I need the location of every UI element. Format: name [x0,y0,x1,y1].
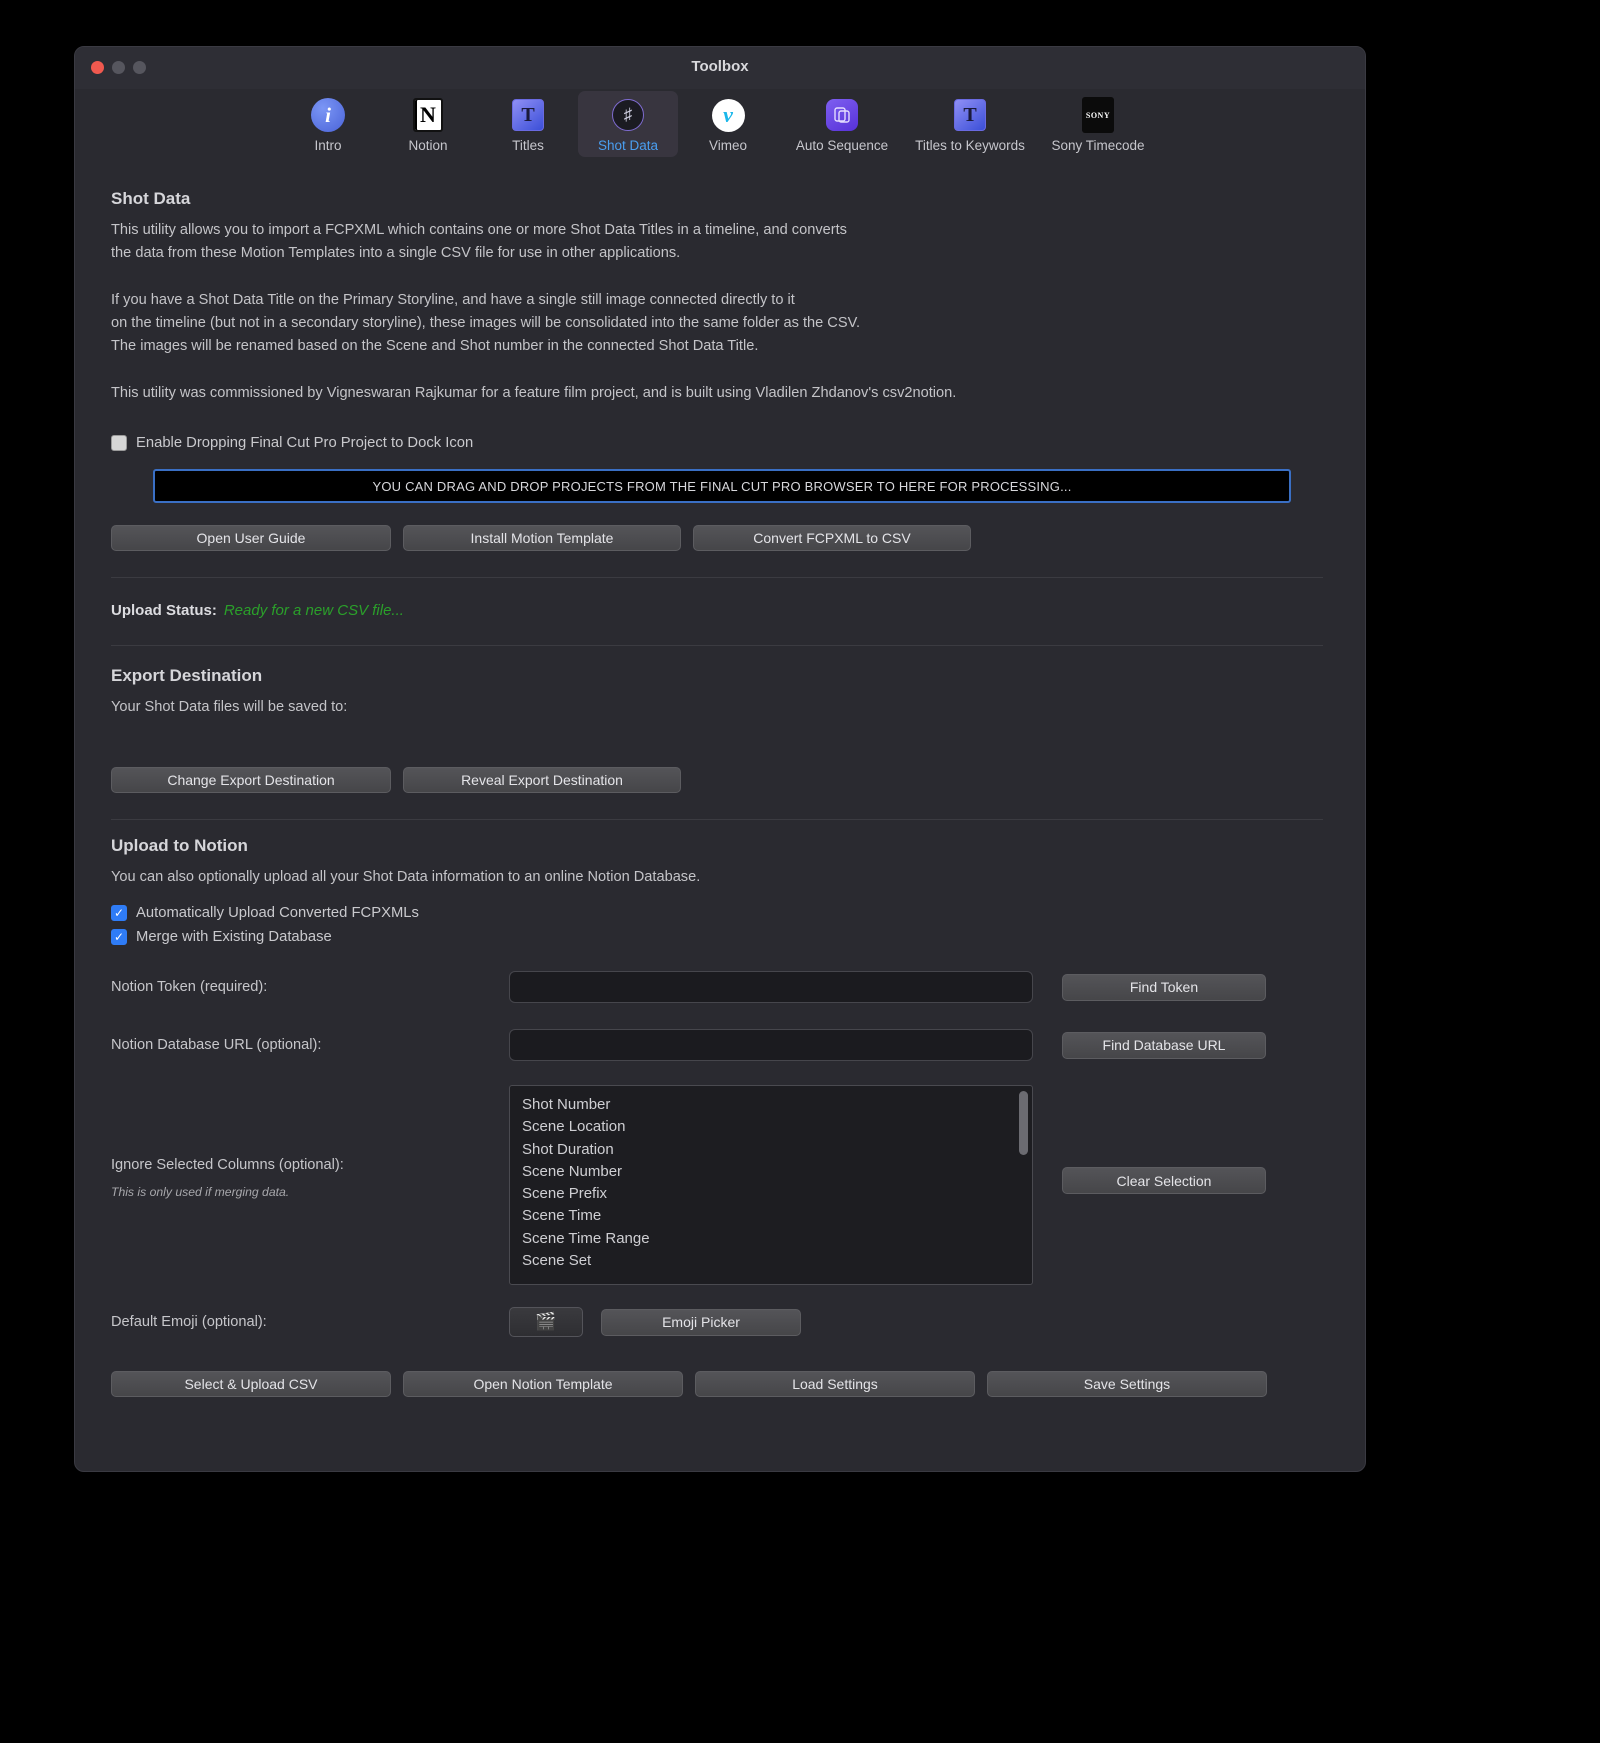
open-user-guide-button[interactable]: Open User Guide [111,525,391,551]
default-emoji-row: Default Emoji (optional): 🎬 Emoji Picker [111,1307,1329,1337]
notion-token-label: Notion Token (required): [111,979,509,995]
enable-dock-drop-checkbox[interactable] [111,435,127,451]
default-emoji-label: Default Emoji (optional): [111,1314,509,1330]
toolbar-label-titles: Titles [512,138,544,153]
description-paragraph-1: This utility allows you to import a FCPX… [111,219,1329,265]
description-line: on the timeline (but not in a secondary … [111,312,1329,335]
default-emoji-value[interactable]: 🎬 [509,1307,583,1337]
toolbar-item-sony-timecode[interactable]: SONY Sony Timecode [1034,91,1162,157]
merge-database-label: Merge with Existing Database [136,929,332,945]
enable-dock-drop-row[interactable]: Enable Dropping Final Cut Pro Project to… [111,435,1329,451]
load-settings-button[interactable]: Load Settings [695,1371,975,1397]
upload-to-notion-heading: Upload to Notion [111,836,1329,856]
notion-db-url-label: Notion Database URL (optional): [111,1037,509,1053]
list-item[interactable]: Scene Prefix [522,1183,1032,1205]
convert-fcpxml-to-csv-button[interactable]: Convert FCPXML to CSV [693,525,971,551]
notion-db-url-row: Notion Database URL (optional): Find Dat… [111,1029,1329,1061]
titles-icon: T [509,96,547,134]
open-notion-template-button[interactable]: Open Notion Template [403,1371,683,1397]
change-export-destination-button[interactable]: Change Export Destination [111,767,391,793]
list-item[interactable]: Scene Set [522,1250,1032,1272]
toolbar-item-notion[interactable]: N Notion [378,91,478,157]
drop-zone-text: YOU CAN DRAG AND DROP PROJECTS FROM THE … [372,479,1071,494]
info-icon: i [309,96,347,134]
save-settings-button[interactable]: Save Settings [987,1371,1267,1397]
window-titlebar: Toolbox [75,47,1365,89]
shot-data-icon: ♯ [609,96,647,134]
auto-sequence-icon [823,96,861,134]
find-token-button[interactable]: Find Token [1062,974,1266,1001]
ignore-columns-row: Ignore Selected Columns (optional): This… [111,1085,1329,1285]
upload-status-row: Upload Status: Ready for a new CSV file.… [111,602,1329,619]
upload-to-notion-description: You can also optionally upload all your … [111,866,1329,889]
description-line: This utility allows you to import a FCPX… [111,219,1329,242]
bottom-action-buttons: Select & Upload CSV Open Notion Template… [111,1371,1329,1397]
upload-status-value: Ready for a new CSV file... [224,602,404,619]
reveal-export-destination-button[interactable]: Reveal Export Destination [403,767,681,793]
toolbar-label-sony-timecode: Sony Timecode [1051,138,1144,153]
vimeo-icon: v [709,96,747,134]
list-item[interactable]: Scene Time [522,1205,1032,1227]
upload-status-label: Upload Status: [111,602,217,619]
scrollbar-thumb[interactable] [1019,1091,1028,1155]
shot-data-action-buttons: Open User Guide Install Motion Template … [111,525,1329,551]
divider [111,577,1323,578]
toolbar-item-titles[interactable]: T Titles [478,91,578,157]
titles-to-keywords-icon: T [951,96,989,134]
notion-token-input[interactable] [509,971,1033,1003]
merge-database-checkbox[interactable]: ✓ [111,929,127,945]
toolbar-item-intro[interactable]: i Intro [278,91,378,157]
toolbar-item-auto-sequence[interactable]: Auto Sequence [778,91,906,157]
list-item[interactable]: Shot Duration [522,1139,1032,1161]
ignore-columns-note: This is only used if merging data. [111,1185,509,1199]
toolbar-label-intro: Intro [314,138,341,153]
list-item[interactable]: Scene Number [522,1161,1032,1183]
notion-icon: N [409,96,447,134]
toolbox-window: Toolbox i Intro N Notion T Titles ♯ Shot… [74,46,1366,1472]
sony-timecode-icon: SONY [1079,96,1117,134]
main-content: Shot Data This utility allows you to imp… [75,167,1365,1397]
description-line: the data from these Motion Templates int… [111,242,1329,265]
enable-dock-drop-label: Enable Dropping Final Cut Pro Project to… [136,435,473,451]
export-destination-path [111,719,1329,745]
toolbar-label-vimeo: Vimeo [709,138,747,153]
emoji-picker-button[interactable]: Emoji Picker [601,1309,801,1336]
ignore-columns-label-wrap: Ignore Selected Columns (optional): This… [111,1085,509,1199]
toolbar-item-vimeo[interactable]: v Vimeo [678,91,778,157]
fcpxml-drop-zone[interactable]: YOU CAN DRAG AND DROP PROJECTS FROM THE … [153,469,1291,503]
page-title: Shot Data [111,189,1329,209]
description-line: If you have a Shot Data Title on the Pri… [111,289,1329,312]
toolbar-label-titles-to-keywords: Titles to Keywords [915,138,1025,153]
toolbar-item-shot-data[interactable]: ♯ Shot Data [578,91,678,157]
list-item[interactable]: Shot Number [522,1094,1032,1116]
clear-selection-button[interactable]: Clear Selection [1062,1167,1266,1194]
auto-upload-checkbox[interactable]: ✓ [111,905,127,921]
description-paragraph-2: If you have a Shot Data Title on the Pri… [111,289,1329,358]
listbox-scrollbar[interactable] [1019,1091,1028,1279]
list-item[interactable]: Scene Time Range [522,1228,1032,1250]
app-toolbar: i Intro N Notion T Titles ♯ Shot Data v … [75,89,1365,167]
merge-database-row[interactable]: ✓ Merge with Existing Database [111,929,1329,945]
description-paragraph-3: This utility was commissioned by Vignesw… [111,382,1329,405]
toolbar-label-auto-sequence: Auto Sequence [796,138,888,153]
ignore-columns-label: Ignore Selected Columns (optional): [111,1157,509,1173]
toolbar-label-shot-data: Shot Data [598,138,658,153]
export-destination-buttons: Change Export Destination Reveal Export … [111,767,1329,793]
notion-db-url-input[interactable] [509,1029,1033,1061]
window-title: Toolbox [75,58,1365,75]
auto-upload-label: Automatically Upload Converted FCPXMLs [136,905,419,921]
install-motion-template-button[interactable]: Install Motion Template [403,525,681,551]
export-destination-description: Your Shot Data files will be saved to: [111,696,1329,719]
notion-token-row: Notion Token (required): Find Token [111,971,1329,1003]
select-upload-csv-button[interactable]: Select & Upload CSV [111,1371,391,1397]
ignore-columns-listbox[interactable]: Shot Number Scene Location Shot Duration… [509,1085,1033,1285]
list-item[interactable]: Scene Location [522,1116,1032,1138]
toolbar-item-titles-to-keywords[interactable]: T Titles to Keywords [906,91,1034,157]
auto-upload-row[interactable]: ✓ Automatically Upload Converted FCPXMLs [111,905,1329,921]
export-destination-heading: Export Destination [111,666,1329,686]
find-database-url-button[interactable]: Find Database URL [1062,1032,1266,1059]
description-line: The images will be renamed based on the … [111,335,1329,358]
toolbar-label-notion: Notion [408,138,447,153]
